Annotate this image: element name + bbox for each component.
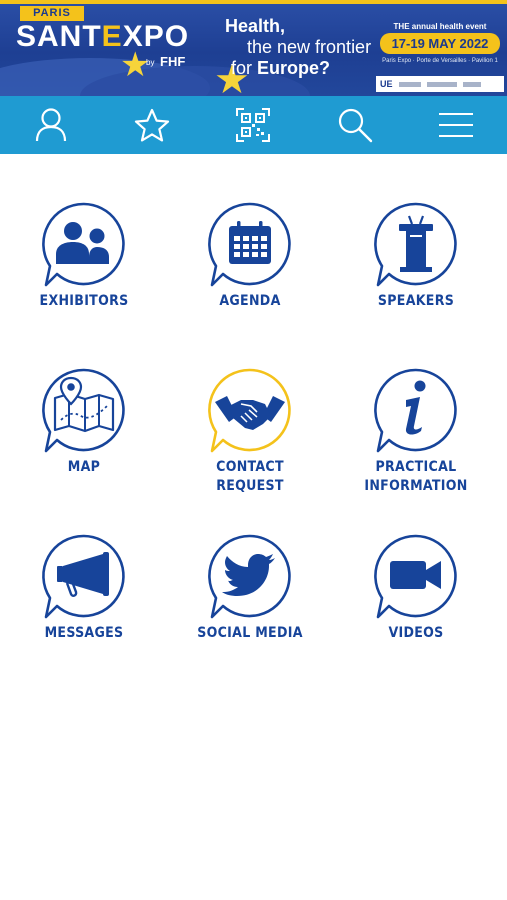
tile-agenda[interactable]: AGENDA bbox=[175, 202, 325, 311]
event-kicker: THE annual health event bbox=[393, 22, 487, 31]
banner-top-stripe bbox=[0, 0, 507, 4]
tile-label: PRACTICAL INFORMATION bbox=[364, 459, 468, 494]
event-venue: Paris Expo · Porte de Versailles · Pavil… bbox=[382, 58, 498, 64]
fhf-logo: FHF bbox=[160, 54, 186, 69]
tile-exhibitors[interactable]: EXHIBITORS bbox=[9, 202, 159, 311]
tile-speakers[interactable]: SPEAKERS bbox=[341, 202, 491, 311]
logo-by-text: by bbox=[146, 58, 155, 67]
tile-social-media[interactable]: SOCIAL MEDIA bbox=[175, 534, 325, 643]
exhibitors-icon bbox=[42, 202, 125, 287]
tile-label: CONTACT REQUEST bbox=[216, 459, 284, 494]
tile-label: MAP bbox=[67, 459, 101, 475]
santexpo-logo: SANTEXPO bbox=[16, 20, 190, 53]
favorites-button[interactable] bbox=[130, 103, 174, 147]
sponsor-logo bbox=[462, 81, 481, 87]
tile-label: SOCIAL MEDIA bbox=[197, 625, 303, 641]
banner-headline: Health, the new frontier for Europe? bbox=[225, 16, 372, 78]
tile-videos[interactable]: VIDEOS bbox=[341, 534, 491, 643]
map-icon bbox=[42, 368, 125, 453]
twitter-bird-icon bbox=[208, 534, 291, 619]
top-nav-bar bbox=[0, 96, 507, 154]
sponsor-strip: UE bbox=[376, 76, 504, 92]
podium-icon bbox=[374, 202, 457, 287]
event-dates: 17-19 MAY 2022 bbox=[380, 33, 500, 54]
tile-messages[interactable]: MESSAGES bbox=[9, 534, 159, 643]
sponsor-logo bbox=[426, 81, 457, 87]
tile-practical-information[interactable]: PRACTICAL INFORMATION bbox=[341, 368, 491, 496]
search-button[interactable] bbox=[333, 103, 377, 147]
menu-button[interactable] bbox=[434, 103, 478, 147]
tile-label: SPEAKERS bbox=[377, 293, 455, 309]
event-banner[interactable]: ★ ★ PARIS SANTEXPO by FHF Health, the ne… bbox=[0, 0, 507, 96]
tile-label: VIDEOS bbox=[388, 625, 444, 641]
tile-label: AGENDA bbox=[219, 293, 281, 309]
calendar-icon bbox=[208, 202, 291, 287]
tile-map[interactable]: MAP bbox=[9, 368, 159, 477]
qr-scan-button[interactable] bbox=[231, 103, 275, 147]
profile-button[interactable] bbox=[29, 103, 73, 147]
handshake-icon bbox=[208, 368, 291, 453]
sponsor-logo bbox=[398, 81, 421, 87]
city-tag: PARIS bbox=[20, 6, 84, 21]
tile-label: EXHIBITORS bbox=[39, 293, 129, 309]
search-icon bbox=[338, 108, 373, 143]
tile-label: MESSAGES bbox=[44, 625, 124, 641]
eu-presidency-logo: UE bbox=[380, 79, 393, 89]
hamburger-menu-icon bbox=[439, 113, 474, 137]
megaphone-icon bbox=[42, 534, 125, 619]
qr-code-icon bbox=[236, 108, 271, 142]
user-icon bbox=[35, 108, 66, 142]
info-icon bbox=[374, 368, 457, 453]
star-icon bbox=[134, 108, 170, 142]
event-info-box: THE annual health event 17-19 MAY 2022 P… bbox=[380, 22, 500, 64]
video-camera-icon bbox=[374, 534, 457, 619]
tile-contact-request[interactable]: CONTACT REQUEST bbox=[175, 368, 325, 496]
